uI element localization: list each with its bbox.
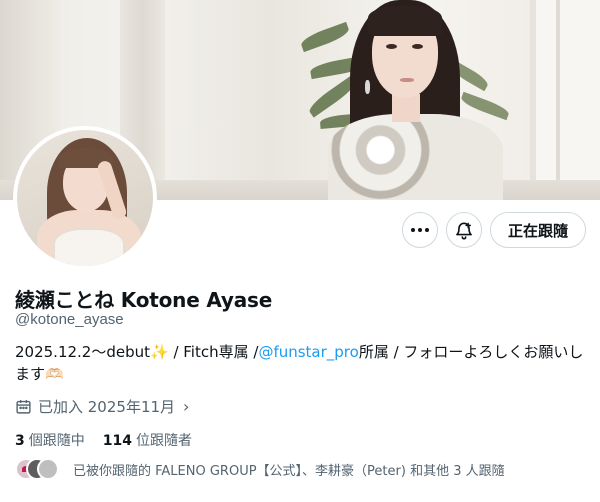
more-button[interactable] — [402, 212, 438, 248]
chevron-right-icon: › — [183, 397, 190, 416]
followed-by-text: 已被你跟隨的 FALENO GROUP【公式】、李耕豪（Peter) 和其他 3… — [73, 463, 505, 479]
bell-plus-icon — [456, 222, 472, 240]
joined-date[interactable]: 已加入 2025年11月 › — [15, 396, 189, 417]
following-button[interactable]: 正在跟隨 — [490, 212, 586, 248]
joined-label: 已加入 2025年11月 — [38, 398, 176, 416]
followed-by[interactable]: 已被你跟隨的 FALENO GROUP【公式】、李耕豪（Peter) 和其他 3… — [15, 458, 505, 480]
following-link[interactable]: 3 個跟隨中 — [15, 430, 85, 450]
following-label: 個跟隨中 — [28, 433, 85, 449]
mention-link[interactable]: @funstar_pro — [258, 343, 358, 361]
banner-window — [530, 0, 600, 200]
follower-avatars — [15, 458, 61, 480]
banner-person — [320, 0, 520, 200]
followers-link[interactable]: 114 位跟隨者 — [103, 430, 192, 450]
display-name: 綾瀬ことね Kotone Ayase — [15, 288, 273, 312]
following-count: 3 — [15, 433, 25, 449]
follow-stats: 3 個跟隨中 114 位跟隨者 — [15, 430, 192, 450]
bio-text: 2025.12.2～debut✨ / Fitch専属 / — [15, 343, 259, 361]
notifications-button[interactable] — [446, 212, 482, 248]
profile-avatar[interactable] — [13, 126, 157, 270]
profile-bio: 2025.12.2～debut✨ / Fitch専属 /@funstar_pro… — [15, 341, 590, 385]
more-icon — [411, 228, 429, 232]
avatar — [37, 458, 59, 480]
calendar-icon — [16, 400, 31, 414]
followers-count: 114 — [102, 433, 132, 449]
followers-label: 位跟隨者 — [135, 433, 192, 449]
user-handle: @kotone_ayase — [15, 311, 124, 328]
